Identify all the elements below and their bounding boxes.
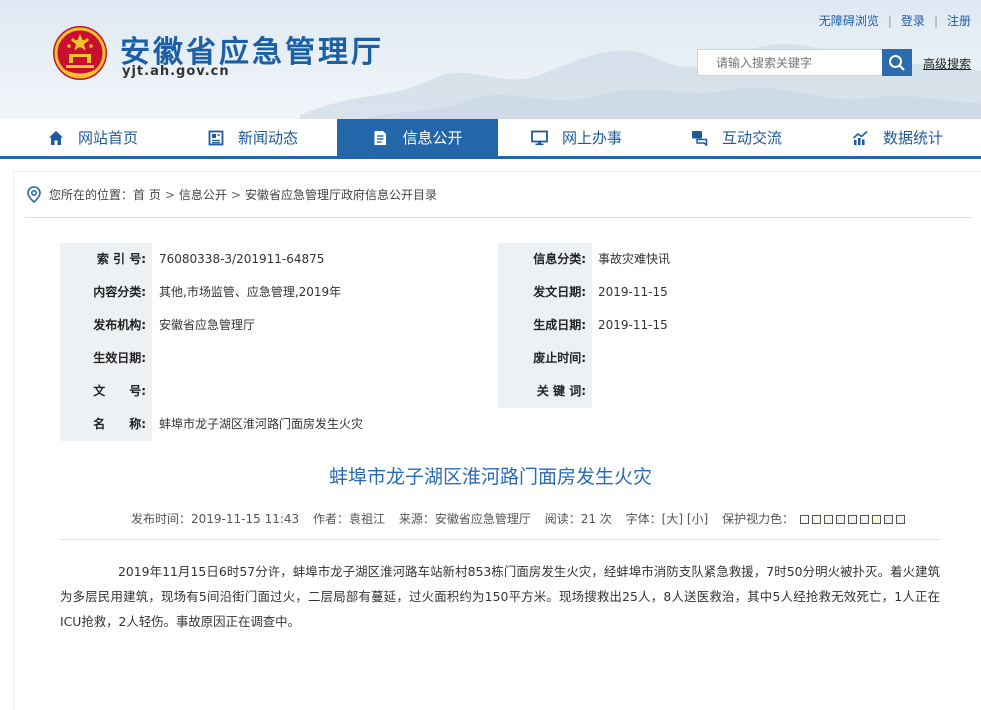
meta-row: 内容分类: 其他,市场监管、应急管理,2019年 发文日期: 2019-11-1…: [60, 276, 940, 309]
meta-label: 名 称:: [60, 408, 152, 441]
meta-value: 事故灾难快讯: [598, 252, 671, 266]
stats-icon: [852, 130, 868, 145]
nav-label: 互动交流: [722, 129, 783, 147]
nav-label: 新闻动态: [238, 129, 299, 147]
meta-value: 蚌埠市龙子湖区淮河路门面房发生火灾: [159, 417, 364, 431]
accessibility-link[interactable]: 无障碍浏览: [819, 14, 879, 28]
search-input[interactable]: [697, 49, 883, 76]
eye-color-swatch[interactable]: [811, 515, 821, 524]
article-title: 蚌埠市龙子湖区淮河路门面房发生火灾: [328, 466, 652, 488]
article-info-bar: 发布时间：2019-11-15 11:43 作者：袁祖江 来源：安徽省应急管理厅…: [131, 510, 905, 527]
eye-color-swatch[interactable]: [895, 515, 905, 524]
meta-row: 生效日期: 废止时间:: [60, 342, 940, 375]
login-link[interactable]: 登录: [901, 14, 925, 28]
eye-color-swatch[interactable]: [835, 515, 845, 524]
author-label: 作者：: [312, 512, 349, 526]
breadcrumb-prefix: 您所在的位置：: [49, 188, 134, 202]
site-domain: yjt.ah.gov.cn: [122, 64, 230, 79]
eye-color-swatch[interactable]: [871, 515, 881, 524]
breadcrumb-separator: >: [164, 187, 175, 202]
news-icon: [208, 130, 224, 145]
meta-label: 内容分类:: [60, 276, 152, 309]
eye-color-swatch[interactable]: [847, 515, 857, 524]
meta-label: 文 号:: [60, 375, 152, 408]
meta-label: 索 引 号:: [60, 243, 152, 276]
national-emblem-icon: [53, 26, 107, 80]
divider: |: [887, 14, 892, 28]
main-nav: 网站首页 新闻动态 信息公开 网上办事 互动交流 数据统计: [0, 119, 981, 159]
author: 袁祖江: [349, 512, 386, 526]
eye-color-swatch[interactable]: [859, 515, 869, 524]
meta-value: 2019-11-15: [598, 285, 668, 299]
top-links: 无障碍浏览 | 登录 | 注册: [819, 12, 971, 29]
meta-label: 关 键 词:: [498, 375, 592, 408]
search-icon: [889, 54, 905, 71]
document-icon: [374, 130, 387, 145]
breadcrumb-home[interactable]: 首 页: [133, 186, 161, 203]
meta-row: 名 称: 蚌埠市龙子湖区淮河路门面房发生火灾: [60, 408, 940, 441]
breadcrumb: 您所在的位置： 首 页 > 信息公开 > 安徽省应急管理厅政府信息公开目录: [26, 186, 437, 203]
meta-value: 其他,市场监管、应急管理,2019年: [159, 285, 342, 299]
publish-label: 发布时间：: [131, 512, 192, 526]
nav-item-interaction[interactable]: 互动交流: [691, 119, 782, 156]
meta-value: 76080338-3/201911-64875: [159, 252, 325, 266]
nav-item-online-service[interactable]: 网上办事: [531, 119, 622, 156]
nav-item-statistics[interactable]: 数据统计: [852, 119, 943, 156]
meta-label: 废止时间:: [498, 342, 592, 375]
site-header: 安徽省应急管理厅 yjt.ah.gov.cn 无障碍浏览|登录|注册 高级搜索: [0, 0, 981, 119]
font-small-button[interactable]: [小]: [687, 512, 708, 526]
eye-color-swatch[interactable]: [823, 515, 833, 524]
meta-label: 生成日期:: [498, 309, 592, 342]
divider: [60, 539, 940, 540]
meta-value: 2019-11-15: [598, 318, 668, 332]
meta-label: 发文日期:: [498, 276, 592, 309]
eye-color-swatch[interactable]: [883, 515, 893, 524]
eye-color-swatches: [799, 515, 905, 524]
meta-row: 发布机构: 安徽省应急管理厅 生成日期: 2019-11-15: [60, 309, 940, 342]
breadcrumb-info-public[interactable]: 信息公开: [179, 186, 227, 203]
views-label: 阅读：: [544, 512, 581, 526]
nav-item-info-public[interactable]: 信息公开: [337, 119, 498, 156]
breadcrumb-catalog[interactable]: 安徽省应急管理厅政府信息公开目录: [245, 186, 437, 203]
source-label: 来源：: [398, 512, 435, 526]
meta-label: 发布机构:: [60, 309, 152, 342]
eye-color-swatch[interactable]: [799, 515, 809, 524]
home-icon: [49, 130, 63, 145]
meta-value: 安徽省应急管理厅: [159, 318, 256, 332]
divider: |: [933, 14, 938, 28]
nav-label: 信息公开: [402, 129, 463, 147]
advanced-search-link[interactable]: 高级搜索: [923, 55, 971, 72]
chat-icon: [692, 130, 708, 146]
nav-label: 网上办事: [562, 129, 623, 147]
document-meta-table: 索 引 号: 76080338-3/201911-64875 信息分类: 事故灾…: [60, 243, 940, 441]
eye-protection-label: 保护视力色：: [722, 512, 795, 526]
meta-label: 信息分类:: [498, 243, 592, 276]
divider: [25, 217, 972, 218]
register-link[interactable]: 注册: [947, 14, 971, 28]
font-large-button[interactable]: [大]: [662, 512, 683, 526]
nav-item-home[interactable]: 网站首页: [48, 119, 138, 156]
article-body: 2019年11月15日6时57分许，蚌埠市龙子湖区淮河路车站新村853栋门面房发…: [60, 564, 940, 629]
meta-row: 索 引 号: 76080338-3/201911-64875 信息分类: 事故灾…: [60, 243, 940, 276]
view-count: 21 次: [580, 512, 612, 526]
nav-label: 网站首页: [78, 129, 139, 147]
meta-row: 文 号: 关 键 词:: [60, 375, 940, 408]
location-pin-icon: [27, 186, 41, 203]
nav-label: 数据统计: [883, 129, 944, 147]
meta-label: 生效日期:: [60, 342, 152, 375]
publish-time: 2019-11-15 11:43: [191, 512, 300, 526]
monitor-icon: [531, 130, 548, 145]
source: 安徽省应急管理厅: [434, 512, 531, 526]
search-button[interactable]: [882, 49, 912, 76]
breadcrumb-separator: >: [230, 187, 241, 202]
nav-item-news[interactable]: 新闻动态: [208, 119, 298, 156]
font-size-label: 字体：: [625, 512, 662, 526]
